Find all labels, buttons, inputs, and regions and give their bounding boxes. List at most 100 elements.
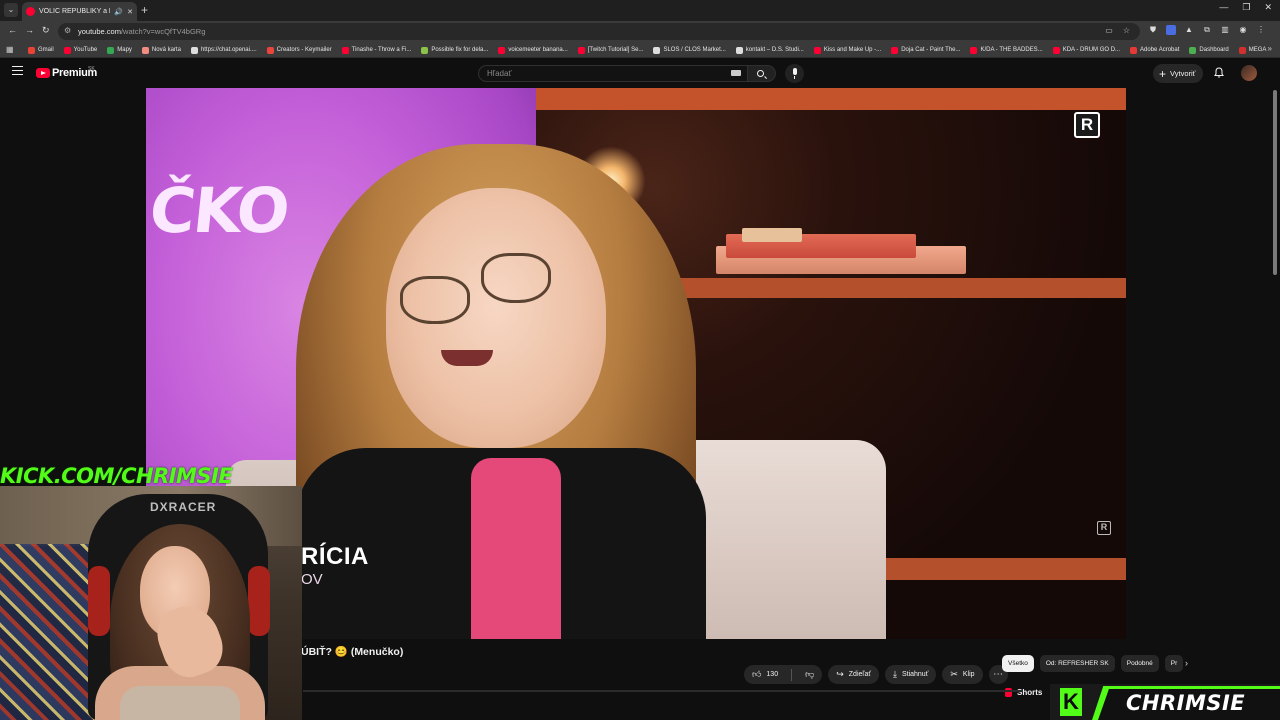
reload-icon[interactable]: ↻ [42, 25, 50, 36]
notifications-bell-icon[interactable] [1214, 67, 1224, 78]
thumbs-up-icon: 👍︎ [752, 669, 762, 679]
search-icon [757, 70, 764, 77]
bookmark-label: Tinashe - Throw a Fi... [351, 47, 412, 53]
page-scrollbar[interactable] [1273, 90, 1277, 275]
kick-channel-url: KICK.COM/CHRIMSIE [0, 464, 233, 488]
bookmark-item[interactable]: SLOS / CLOS Market... [653, 46, 726, 54]
bookmark-favicon-icon [141, 46, 149, 54]
sidebar-icon[interactable]: ▥ [1220, 25, 1230, 35]
related-filter-chips: Všetko Od: REFRESHER SK Podobné Pr [1002, 655, 1184, 672]
bookmark-list: Gmail YouTube Mapy Nová karta https://chat.o… [28, 42, 1266, 58]
minimize-icon[interactable]: — [1219, 2, 1228, 13]
webcam-blanket [0, 544, 95, 720]
filter-chip[interactable]: Podobné [1120, 655, 1159, 672]
bookmark-star-icon[interactable]: ☆ [1123, 26, 1130, 35]
browser-toolbar: ← → ↻ ⚙ youtube.com/watch?v=wcQfTV4bGRg … [0, 21, 1280, 42]
tab-search-icon[interactable]: ⌄ [4, 3, 18, 17]
bookmark-item[interactable]: Mapy [107, 46, 132, 54]
account-avatar[interactable] [1241, 65, 1257, 81]
bookmark-item[interactable]: Adobe Acrobat [1130, 46, 1180, 54]
bookmark-favicon-icon [1052, 46, 1060, 54]
voice-search-mic-icon[interactable] [785, 64, 804, 83]
chrome-menu-icon[interactable]: ⋮ [1256, 25, 1266, 35]
bookmark-favicon-icon [63, 46, 71, 54]
bookmark-item[interactable]: Dashboard [1189, 46, 1229, 54]
bookmark-label: [Twitch Tutorial] Se... [587, 47, 644, 53]
audio-playing-icon[interactable]: 🔊 [114, 8, 123, 16]
region-code: SK [88, 66, 95, 72]
bookmark-label: Nová karta [151, 47, 181, 53]
search-button[interactable] [748, 65, 776, 82]
gaming-chair-accent [88, 566, 110, 636]
bookmark-item[interactable]: Tinashe - Throw a Fi... [341, 46, 412, 54]
window-controls: — ❐ ✕ [1219, 2, 1272, 13]
browser-tab-active[interactable]: VOLIČ REPUBLIKY a PS-ka... 🔊 ✕ [22, 2, 137, 21]
bookmark-item[interactable]: Doja Cat - Paint The... [891, 46, 960, 54]
channel-branding-icon[interactable]: R [1097, 521, 1111, 535]
tab-title: VOLIČ REPUBLIKY a PS-ka... [39, 8, 110, 15]
bookmark-item[interactable]: KDA - DRUM GO D... [1052, 46, 1120, 54]
cast-icon[interactable]: ▭ [1105, 26, 1113, 35]
bookmark-item[interactable]: https://chat.openai.... [190, 46, 257, 54]
back-arrow-icon[interactable]: ← [8, 25, 17, 35]
address-url[interactable]: youtube.com/watch?v=wcQfTV4bGRg [78, 26, 205, 37]
bookmark-item[interactable]: Creators - Keymailer [266, 46, 332, 54]
apps-grid-icon[interactable]: ▦ [6, 45, 14, 54]
chevron-right-icon[interactable]: › [1185, 658, 1188, 668]
share-button[interactable]: ↪ Zdieľať [828, 665, 879, 684]
puzzle-extensions-icon[interactable]: ⧉ [1202, 25, 1212, 35]
lower-third-subtitle: OV [301, 571, 323, 588]
clip-button[interactable]: ✂ Klip [942, 665, 983, 684]
create-button[interactable]: + Vytvoriť [1153, 64, 1204, 83]
youtube-favicon-icon [26, 7, 35, 16]
backdrop-sign-text: ČKO [146, 174, 292, 247]
download-button[interactable]: ⤓ Stiahnuť [884, 665, 937, 684]
bookmark-item[interactable]: Possible fix for dela... [421, 46, 488, 54]
bookmark-item[interactable]: Nová karta [141, 46, 181, 54]
bookmarks-overflow-icon[interactable]: » [1268, 44, 1272, 53]
filter-chip[interactable]: Pr [1164, 655, 1184, 672]
channel-watermark-logo: R [1074, 112, 1100, 138]
dislike-button[interactable]: 👎︎ [797, 665, 822, 684]
guest-mouth [441, 350, 493, 366]
shield-extension-icon[interactable]: ⛊ [1148, 25, 1158, 35]
tab-close-icon[interactable]: ✕ [127, 8, 133, 16]
bookmark-item[interactable]: [Twitch Tutorial] Se... [577, 46, 644, 54]
search-input[interactable] [479, 66, 719, 81]
bookmark-item[interactable]: YouTube [63, 46, 97, 54]
menu-icon[interactable] [12, 66, 23, 75]
bookmark-item[interactable]: K/DA - THE BADDES... [970, 46, 1043, 54]
bookmark-label: kontakt – D.S. Studi... [745, 47, 804, 53]
drive-extension-icon[interactable]: ▲ [1184, 25, 1194, 35]
divider [791, 668, 793, 681]
restore-icon[interactable]: ❐ [1242, 2, 1250, 13]
youtube-logo-icon[interactable] [36, 68, 50, 78]
like-button[interactable]: 👍︎ 130 [744, 665, 786, 684]
keyboard-icon[interactable] [731, 70, 741, 76]
url-host: youtube.com [78, 27, 121, 36]
bookmark-favicon-icon [813, 46, 821, 54]
filter-chip[interactable]: Všetko [1002, 655, 1034, 672]
bookmark-label: SLOS / CLOS Market... [663, 47, 726, 53]
new-tab-button[interactable]: + [141, 3, 148, 17]
filter-chip[interactable]: Od: REFRESHER SK [1039, 655, 1115, 672]
address-bar[interactable]: ⚙ youtube.com/watch?v=wcQfTV4bGRg ▭ ☆ [58, 23, 1140, 40]
close-window-icon[interactable]: ✕ [1264, 2, 1272, 13]
bookmark-item[interactable]: kontakt – D.S. Studi... [735, 46, 804, 54]
url-path: /watch?v=wcQfTV4bGRg [120, 27, 206, 36]
kick-name-badge: K CHRIMSIE [1050, 684, 1280, 720]
bookmark-item[interactable]: voicemeeter banana... [498, 46, 568, 54]
bookmark-item[interactable]: MEGA [1238, 46, 1266, 54]
book-stack [742, 228, 802, 242]
bookmark-favicon-icon [341, 46, 349, 54]
glasses-lens [400, 276, 470, 324]
site-info-icon[interactable]: ⚙ [64, 26, 73, 36]
bookmark-item[interactable]: Kiss and Make Up -... [813, 46, 882, 54]
profile-icon[interactable]: ◉ [1238, 25, 1248, 35]
bookmark-label: Kiss and Make Up -... [823, 47, 882, 53]
extension-icon[interactable] [1166, 25, 1176, 35]
forward-arrow-icon[interactable]: → [25, 25, 34, 35]
divider [303, 690, 1023, 692]
bookmark-item[interactable]: Gmail [28, 46, 54, 54]
bookmark-label: Adobe Acrobat [1140, 47, 1180, 53]
